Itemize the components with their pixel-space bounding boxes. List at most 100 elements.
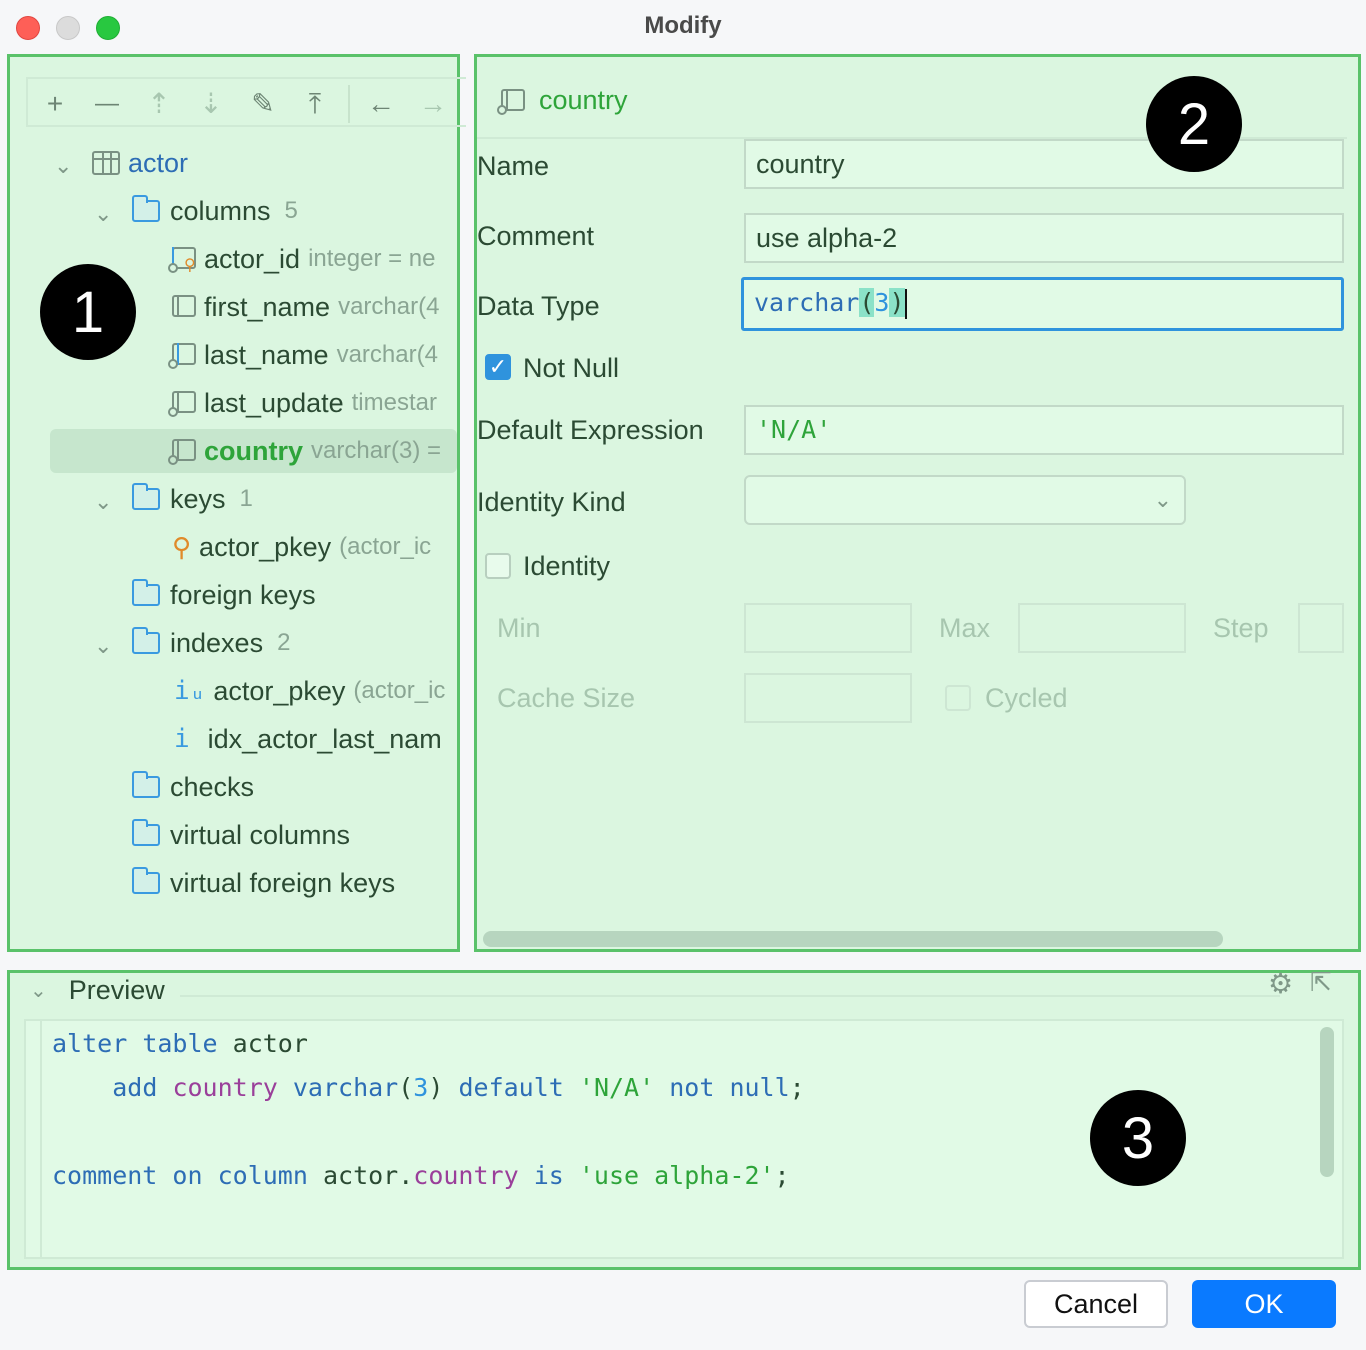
chevron-down-icon[interactable]: ⌄ xyxy=(94,633,114,658)
tree-node-checks[interactable]: checks xyxy=(132,765,452,809)
not-null-column-icon xyxy=(168,389,196,417)
tree-node-key[interactable]: ⚲ actor_pkey (actor_ic xyxy=(172,525,457,569)
column-detail: varchar(3) = xyxy=(311,437,442,464)
name-label: Name xyxy=(477,151,550,181)
key-name: actor_pkey xyxy=(199,531,332,562)
unique-index-icon: iᵤ xyxy=(174,676,206,706)
min-input[interactable] xyxy=(744,603,912,653)
tree-node-foreign-keys[interactable]: foreign keys xyxy=(132,573,452,617)
not-null-checkbox[interactable]: ✓ xyxy=(485,354,511,380)
tree-node-index[interactable]: iᵤ actor_pkey (actor_ic xyxy=(174,669,457,713)
cache-size-input[interactable] xyxy=(744,673,912,723)
item-count: 5 xyxy=(284,197,298,224)
cancel-button[interactable]: Cancel xyxy=(1024,1280,1168,1328)
text-cursor xyxy=(904,289,907,319)
min-label: Min xyxy=(497,613,541,643)
tree-node-column[interactable]: last_name varchar(4 xyxy=(168,333,457,377)
table-icon xyxy=(92,151,120,175)
folder-icon xyxy=(132,867,160,894)
column-name: actor_id xyxy=(204,243,301,274)
default-expression-label: Default Expression xyxy=(477,415,704,445)
folder-icon xyxy=(132,627,160,654)
tree-toolbar: + — ⇡ ⇣ ✎ ⤒ ← → xyxy=(26,77,466,127)
ok-button[interactable]: OK xyxy=(1192,1280,1336,1328)
cache-size-label: Cache Size xyxy=(497,683,636,713)
settings-gear-icon[interactable]: ⚙ xyxy=(1268,967,1293,1000)
comment-input[interactable]: use alpha-2 xyxy=(744,213,1344,263)
identity-kind-label: Identity Kind xyxy=(477,487,626,517)
column-icon xyxy=(168,293,196,321)
default-expression-input[interactable]: 'N/A' xyxy=(744,405,1344,455)
column-detail: timestar xyxy=(351,389,437,416)
max-input[interactable] xyxy=(1018,603,1186,653)
chevron-down-icon[interactable]: ⌄ xyxy=(54,153,74,178)
identity-kind-select[interactable]: ⌄ xyxy=(744,475,1186,525)
tree-node-keys[interactable]: ⌄ keys 1 xyxy=(94,477,454,521)
move-up-icon[interactable]: ⇡ xyxy=(142,87,176,121)
not-null-column-icon xyxy=(168,437,196,465)
tree-node-column[interactable]: ⚲ actor_id integer = ne xyxy=(168,237,457,281)
folder-icon xyxy=(132,195,160,222)
index-name: idx_actor_last_nam xyxy=(207,723,442,754)
tree-node-columns[interactable]: ⌄ columns 5 xyxy=(94,189,454,233)
identity-checkbox[interactable] xyxy=(485,553,511,579)
edit-icon[interactable]: ✎ xyxy=(246,87,280,121)
forward-icon[interactable]: → xyxy=(416,87,450,121)
primary-key-column-icon: ⚲ xyxy=(168,245,196,274)
properties-header: country xyxy=(497,85,628,116)
column-properties-panel: country Name country Comment use alpha-2… xyxy=(474,54,1361,952)
chevron-down-icon[interactable]: ⌄ xyxy=(30,978,47,1003)
add-icon[interactable]: + xyxy=(38,87,72,121)
folder-label: keys xyxy=(170,483,226,514)
preview-divider xyxy=(180,995,1280,997)
chevron-down-icon[interactable]: ⌄ xyxy=(94,201,114,226)
tree-node-column-selected[interactable]: country varchar(3) = xyxy=(50,429,457,473)
tree-node-column[interactable]: first_name varchar(4 xyxy=(168,285,457,329)
move-top-icon[interactable]: ⤒ xyxy=(298,87,332,121)
chevron-down-icon: ⌄ xyxy=(1153,487,1172,512)
step-input[interactable] xyxy=(1298,603,1344,653)
annotation-badge-2: 2 xyxy=(1146,76,1242,172)
column-detail: varchar(4 xyxy=(338,293,440,320)
preview-label: Preview xyxy=(68,975,165,1005)
item-count: 1 xyxy=(239,485,253,512)
column-name: first_name xyxy=(204,291,331,322)
data-type-label: Data Type xyxy=(477,291,600,321)
column-name: last_name xyxy=(204,339,329,370)
paren-open: ( xyxy=(859,288,875,317)
index-name: actor_pkey xyxy=(213,675,346,706)
column-name: country xyxy=(204,435,304,466)
code-line-3: comment on column actor.country is 'use … xyxy=(52,1161,790,1190)
preview-header[interactable]: ⌄ Preview xyxy=(30,975,165,1006)
cycled-label: Cycled xyxy=(985,683,1068,713)
properties-title: country xyxy=(539,85,628,115)
type-name: varchar xyxy=(754,288,860,317)
tree-node-virtual-columns[interactable]: virtual columns xyxy=(132,813,452,857)
remove-icon[interactable]: — xyxy=(90,87,124,121)
folder-label: columns xyxy=(170,195,271,226)
folder-icon xyxy=(132,579,160,606)
not-null-label: Not Null xyxy=(523,353,620,383)
data-type-input[interactable]: varchar(3) xyxy=(741,277,1344,331)
folder-label: checks xyxy=(170,771,255,802)
horizontal-scrollbar[interactable] xyxy=(483,931,1223,947)
code-line-2: add country varchar(3) default 'N/A' not… xyxy=(112,1073,805,1102)
cycled-checkbox[interactable] xyxy=(945,685,971,711)
folder-label: foreign keys xyxy=(170,579,316,610)
open-in-editor-icon[interactable]: ⇱ xyxy=(1310,967,1332,998)
folder-icon xyxy=(132,483,160,510)
toolbar-separator xyxy=(348,85,350,123)
tree-node-indexes[interactable]: ⌄ indexes 2 xyxy=(94,621,454,665)
tree-node-index[interactable]: i idx_actor_last_nam xyxy=(174,717,457,761)
item-count: 2 xyxy=(277,629,291,656)
tree-node-column[interactable]: last_update timestar xyxy=(168,381,457,425)
move-down-icon[interactable]: ⇣ xyxy=(194,87,228,121)
chevron-down-icon[interactable]: ⌄ xyxy=(94,489,114,514)
name-input[interactable]: country xyxy=(744,139,1344,189)
tree-node-table[interactable]: ⌄ actor xyxy=(54,141,454,185)
back-icon[interactable]: ← xyxy=(364,87,398,121)
folder-icon xyxy=(132,819,160,846)
max-label: Max xyxy=(939,613,991,643)
vertical-scrollbar[interactable] xyxy=(1320,1027,1334,1177)
tree-node-virtual-foreign-keys[interactable]: virtual foreign keys xyxy=(132,861,452,905)
